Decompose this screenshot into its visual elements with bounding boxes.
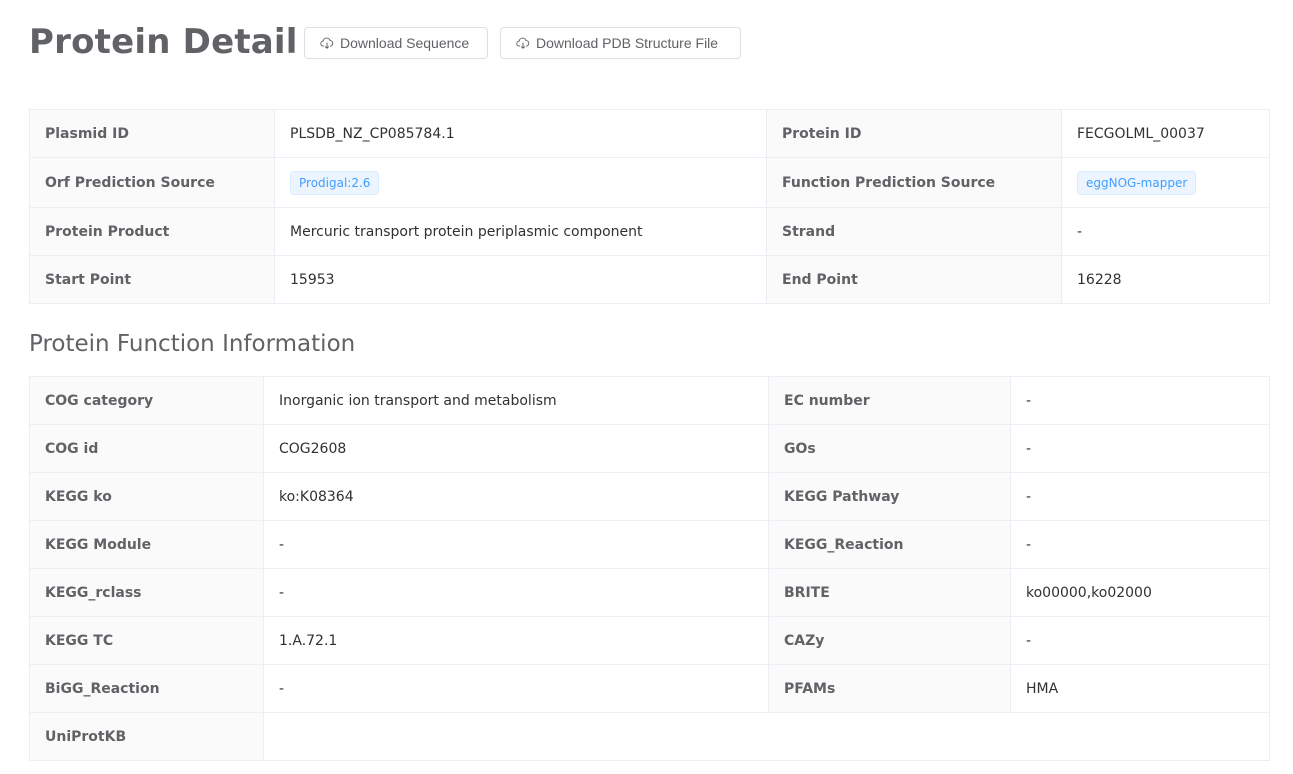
function-value: -: [1010, 520, 1270, 569]
table-row: Orf Prediction Source Prodigal:2.6 Funct…: [29, 157, 1270, 208]
function-value: Inorganic ion transport and metabolism: [263, 376, 769, 425]
function-value: 1.A.72.1: [263, 616, 769, 665]
table-row: UniProtKB: [29, 712, 1270, 761]
table-row: KEGG_rclass - BRITE ko00000,ko02000: [29, 568, 1270, 617]
cloud-download-icon: [320, 37, 334, 49]
orf-source-tag: Prodigal:2.6: [290, 170, 380, 195]
product-value: Mercuric transport protein periplasmic c…: [274, 207, 767, 256]
orf-source-label: Orf Prediction Source: [29, 157, 275, 208]
function-label: COG id: [29, 424, 264, 473]
function-source-label: Function Prediction Source: [766, 157, 1062, 208]
function-label: KEGG TC: [29, 616, 264, 665]
strand-value: -: [1061, 207, 1270, 256]
function-value: ko:K08364: [263, 472, 769, 521]
strand-label: Strand: [766, 207, 1062, 256]
table-row: COG id COG2608 GOs -: [29, 424, 1270, 473]
plasmid-id-label: Plasmid ID: [29, 109, 275, 158]
protein-id-label: Protein ID: [766, 109, 1062, 158]
function-value: ko00000,ko02000: [1010, 568, 1270, 617]
download-pdb-label: Download PDB Structure File: [536, 35, 719, 51]
function-label: KEGG Module: [29, 520, 264, 569]
function-label: BRITE: [768, 568, 1011, 617]
function-label: KEGG_Reaction: [768, 520, 1011, 569]
end-point-value: 16228: [1061, 255, 1270, 304]
function-value: -: [1010, 424, 1270, 473]
function-value: -: [263, 664, 769, 713]
protein-basic-table: Plasmid ID PLSDB_NZ_CP085784.1 Protein I…: [29, 109, 1270, 304]
function-value: COG2608: [263, 424, 769, 473]
cloud-download-icon: [516, 37, 530, 49]
orf-source-cell: Prodigal:2.6: [274, 157, 767, 208]
start-point-value: 15953: [274, 255, 767, 304]
protein-function-table: COG category Inorganic ion transport and …: [29, 376, 1270, 761]
product-label: Protein Product: [29, 207, 275, 256]
function-label: KEGG ko: [29, 472, 264, 521]
function-label: KEGG Pathway: [768, 472, 1011, 521]
function-source-tag: eggNOG-mapper: [1077, 170, 1197, 195]
function-label: CAZy: [768, 616, 1011, 665]
function-label: COG category: [29, 376, 264, 425]
function-label: PFAMs: [768, 664, 1011, 713]
function-source-cell: eggNOG-mapper: [1061, 157, 1270, 208]
table-row: KEGG Module - KEGG_Reaction -: [29, 520, 1270, 569]
protein-id-value: FECGOLML_00037: [1061, 109, 1270, 158]
table-row: BiGG_Reaction - PFAMs HMA: [29, 664, 1270, 713]
plasmid-id-value: PLSDB_NZ_CP085784.1: [274, 109, 767, 158]
table-row: Protein Product Mercuric transport prote…: [29, 207, 1270, 256]
uniprot-label: UniProtKB: [29, 712, 264, 761]
download-sequence-label: Download Sequence: [340, 35, 470, 51]
function-value: -: [1010, 376, 1270, 425]
function-value: -: [1010, 472, 1270, 521]
function-value: -: [1010, 616, 1270, 665]
function-value: HMA: [1010, 664, 1270, 713]
section-title: Protein Function Information: [29, 331, 356, 357]
function-label: EC number: [768, 376, 1011, 425]
function-label: KEGG_rclass: [29, 568, 264, 617]
table-row: KEGG TC 1.A.72.1 CAZy -: [29, 616, 1270, 665]
table-row: COG category Inorganic ion transport and …: [29, 376, 1270, 425]
start-point-label: Start Point: [29, 255, 275, 304]
table-row: KEGG ko ko:K08364 KEGG Pathway -: [29, 472, 1270, 521]
download-sequence-button[interactable]: Download Sequence: [304, 27, 488, 59]
function-value: -: [263, 568, 769, 617]
function-value: -: [263, 520, 769, 569]
download-pdb-button[interactable]: Download PDB Structure File: [500, 27, 741, 59]
function-label: GOs: [768, 424, 1011, 473]
uniprot-value: [263, 712, 1270, 761]
end-point-label: End Point: [766, 255, 1062, 304]
table-row: Plasmid ID PLSDB_NZ_CP085784.1 Protein I…: [29, 109, 1270, 158]
page-title: Protein Detail: [29, 22, 298, 62]
function-label: BiGG_Reaction: [29, 664, 264, 713]
table-row: Start Point 15953 End Point 16228: [29, 255, 1270, 304]
